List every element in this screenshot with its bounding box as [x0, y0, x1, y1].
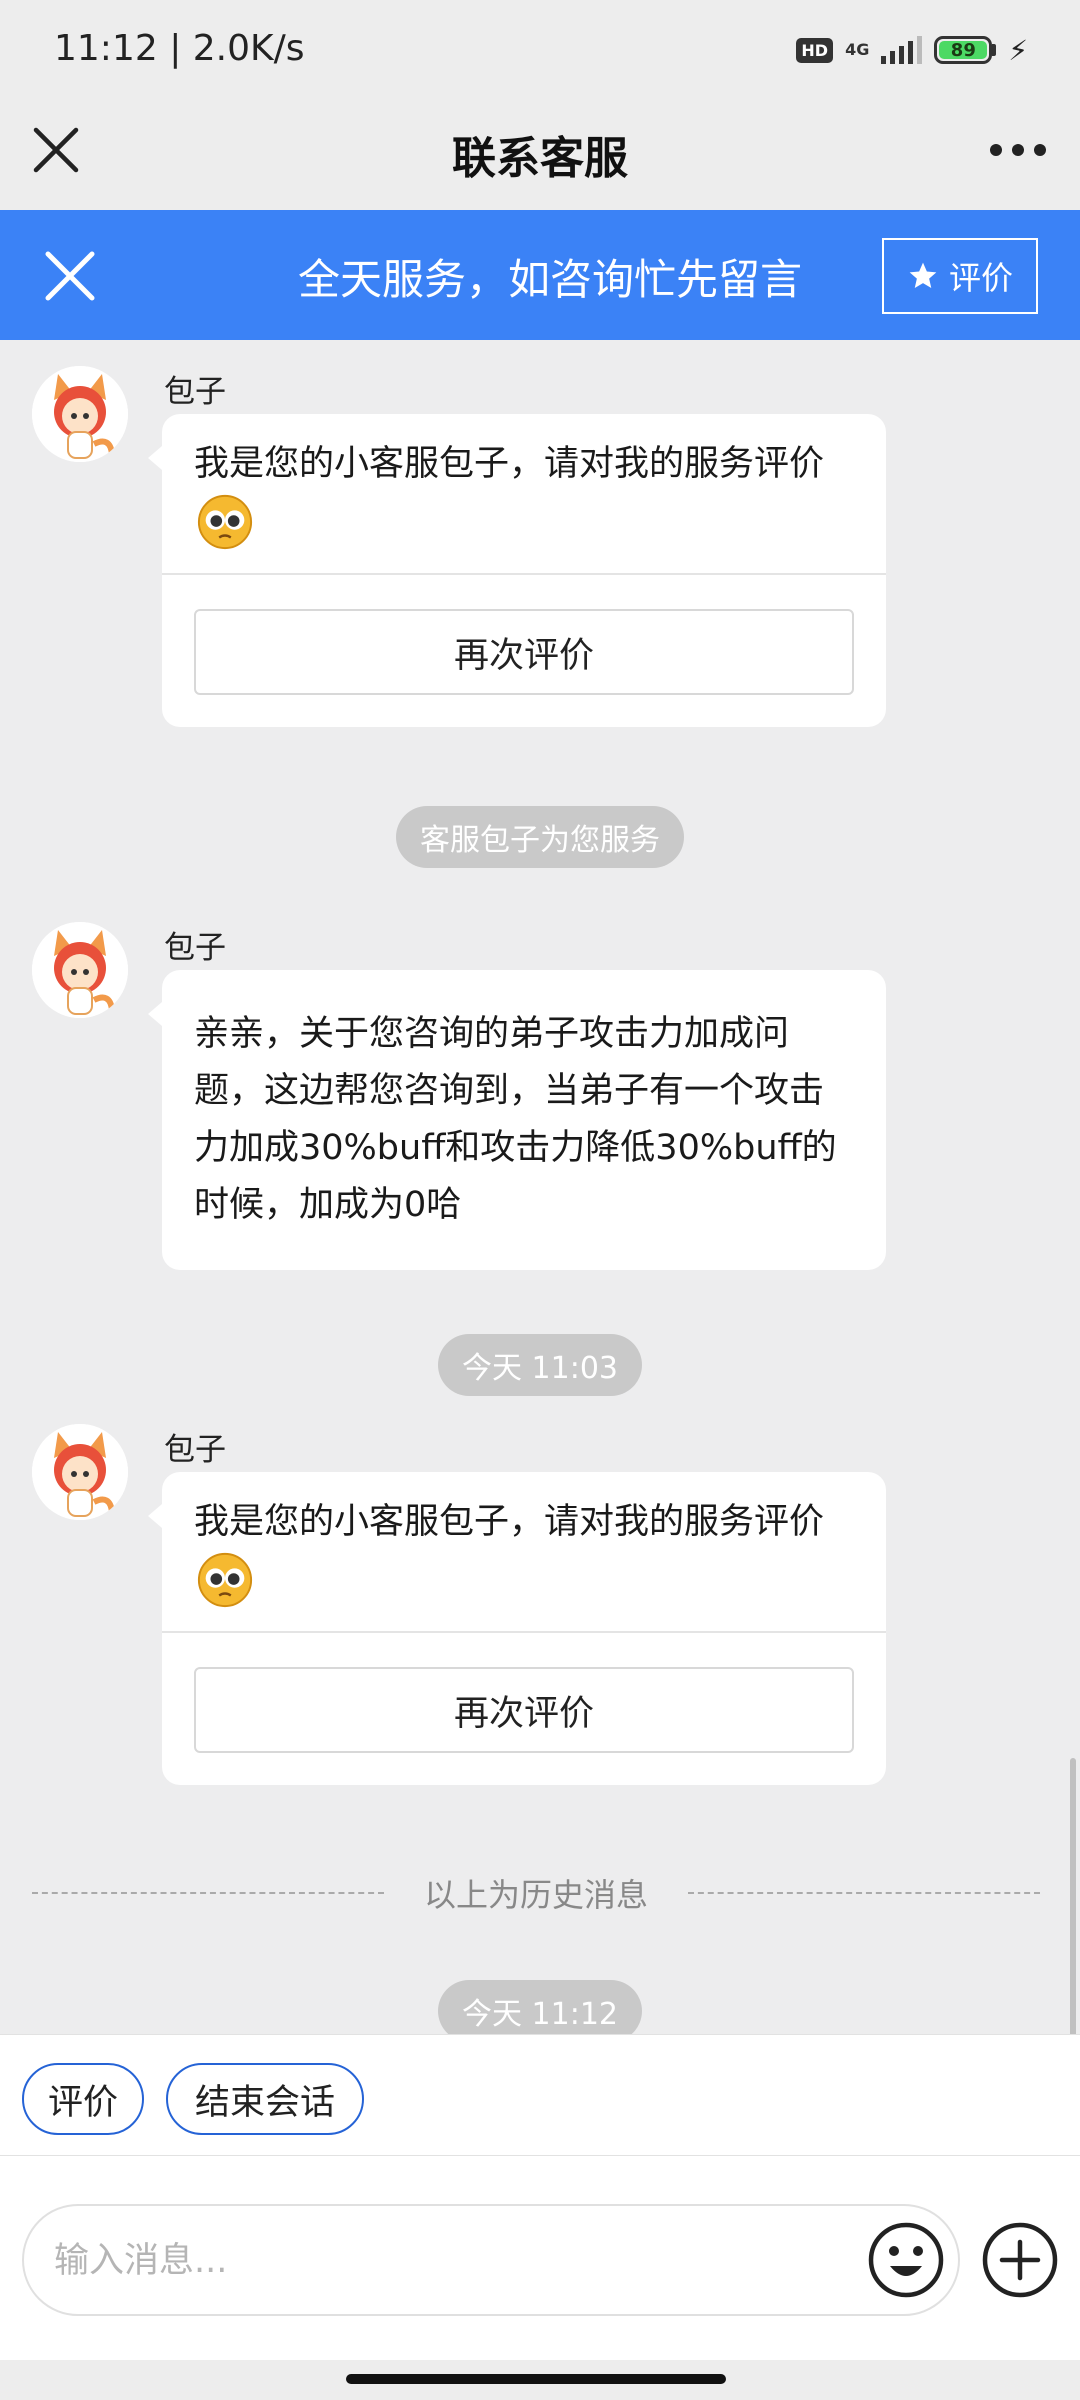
message-text: 我是您的小客服包子，请对我的服务评价 — [162, 1472, 886, 1631]
history-label: 以上为历史消息 — [424, 1876, 649, 1914]
message-input[interactable] — [54, 2226, 834, 2296]
network-type: 4G — [845, 40, 870, 59]
message-text: 亲亲，关于您咨询的弟子攻击力加成问题，这边帮您咨询到，当弟子有一个攻击力加成30… — [194, 1014, 837, 1225]
home-area — [0, 2360, 1080, 2400]
chat-area[interactable]: 包子 我是您的小客服包子，请对我的服务评价 再次评价 客服包子为您服务 包子 亲… — [0, 340, 1080, 2034]
hd-icon: HD — [796, 37, 834, 63]
status-time: 11:12 | 2.0K/s — [54, 28, 305, 69]
star-icon — [909, 262, 937, 288]
message-text: 我是您的小客服包子，请对我的服务评价 — [162, 414, 886, 573]
end-session-button[interactable]: 结束会话 — [166, 2063, 364, 2135]
timestamp: 今天 11:12 — [438, 1980, 642, 2034]
message-bubble: 亲亲，关于您咨询的弟子攻击力加成问题，这边帮您咨询到，当弟子有一个攻击力加成30… — [148, 970, 886, 1270]
battery-level: 89 — [939, 40, 988, 61]
plus-icon[interactable] — [980, 2220, 1060, 2300]
re-rate-button[interactable]: 再次评价 — [194, 609, 854, 695]
battery-icon: 89 — [934, 36, 997, 64]
more-icon[interactable] — [990, 138, 1046, 162]
bubble-divider — [162, 573, 886, 575]
avatar — [32, 1424, 128, 1520]
bubble-divider — [162, 1631, 886, 1633]
sender-name: 包子 — [164, 374, 226, 410]
nav-bar: 联系客服 — [0, 100, 1080, 210]
avatar — [32, 922, 128, 1018]
avatar — [32, 366, 128, 462]
sender-name: 包子 — [164, 1432, 226, 1468]
message-bubble: 我是您的小客服包子，请对我的服务评价 再次评价 — [148, 414, 886, 727]
rate-button[interactable]: 评价 — [882, 238, 1038, 314]
home-indicator[interactable] — [346, 2374, 726, 2384]
quick-rate-button[interactable]: 评价 — [22, 2063, 144, 2135]
message-bubble: 我是您的小客服包子，请对我的服务评价 再次评价 — [148, 1472, 886, 1785]
timestamp: 今天 11:03 — [438, 1334, 642, 1396]
input-bar — [0, 2156, 1080, 2360]
pleading-emoji-icon — [197, 494, 253, 550]
pleading-emoji-icon — [197, 1552, 253, 1608]
signal-icon — [881, 36, 923, 64]
status-icons: HD 4G 89 ⚡ — [796, 30, 1028, 70]
history-divider: 以上为历史消息 — [32, 1868, 1041, 1918]
service-notice: 客服包子为您服务 — [396, 806, 684, 868]
scrollbar[interactable] — [1070, 1758, 1076, 2034]
emoji-icon[interactable] — [866, 2220, 946, 2300]
rate-button-label: 评价 — [948, 259, 1013, 297]
message-input-box[interactable] — [22, 2204, 960, 2316]
quick-action-bar: 评价 结束会话 — [0, 2034, 1080, 2156]
charging-icon: ⚡ — [1008, 33, 1028, 67]
notice-bar: 全天服务，如咨询忙先留言 评价 — [0, 210, 1080, 340]
re-rate-button[interactable]: 再次评价 — [194, 1667, 854, 1753]
status-bar: 11:12 | 2.0K/s HD 4G 89 ⚡ — [0, 0, 1080, 100]
page-title: 联系客服 — [452, 133, 628, 184]
sender-name: 包子 — [164, 930, 226, 966]
